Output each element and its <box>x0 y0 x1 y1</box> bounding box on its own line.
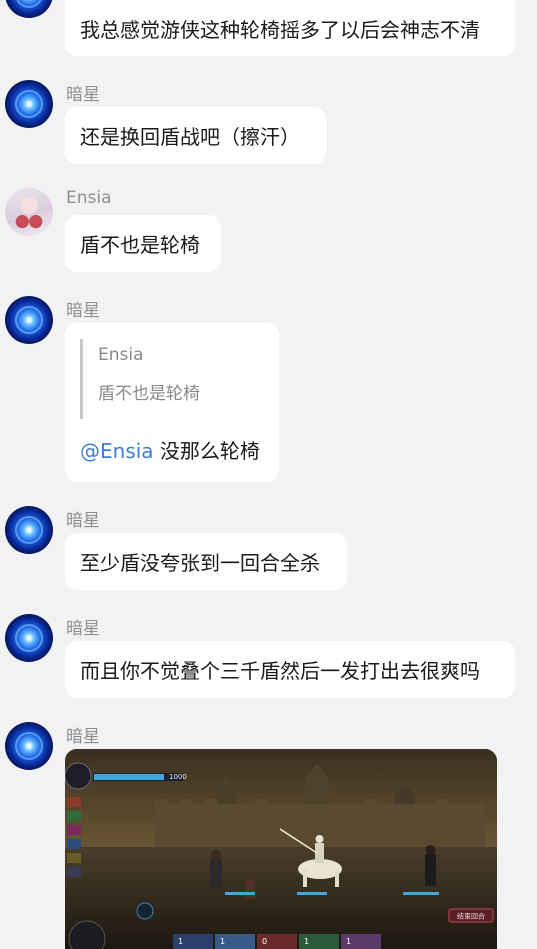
reply-text-line: @Ensia 没那么轮椅 <box>80 435 260 464</box>
hp-readout: 1000 <box>169 773 187 781</box>
message-bubble: 我总感觉游侠这种轮椅摇多了以后会神志不清 <box>65 0 515 56</box>
card-cost: 1 <box>346 937 351 946</box>
avatar-anxing[interactable] <box>5 0 53 18</box>
avatar-anxing[interactable] <box>5 296 53 344</box>
message-bubble: 还是换回盾战吧（擦汗） <box>65 107 326 164</box>
mention-link[interactable]: @Ensia <box>80 439 154 463</box>
game-scene: 1000 结束回合 1 1 0 1 1 <box>65 749 497 949</box>
message-text: 没那么轮椅 <box>153 439 260 463</box>
message-text: 还是换回盾战吧（擦汗） <box>80 125 300 149</box>
message-text: 我总感觉游侠这种轮椅摇多了以后会神志不清 <box>80 17 480 42</box>
card-cost: 1 <box>304 937 309 946</box>
avatar-anxing[interactable] <box>5 80 53 128</box>
avatar-anxing[interactable] <box>5 722 53 770</box>
quote-bar <box>80 339 83 419</box>
sender-name: 暗星 <box>66 301 100 321</box>
message-bubble: 而且你不觉叠个三千盾然后一发打出去很爽吗 <box>65 641 515 698</box>
message-bubble: 至少盾没夸张到一回合全杀 <box>65 533 347 590</box>
sender-name: 暗星 <box>66 85 100 105</box>
reply-bubble: Ensia 盾不也是轮椅 @Ensia 没那么轮椅 <box>65 323 279 482</box>
avatar-ensia[interactable] <box>5 188 53 236</box>
message-text: 盾不也是轮椅 <box>80 233 200 257</box>
card-cost: 1 <box>178 937 183 946</box>
sender-name: Ensia <box>66 188 112 208</box>
end-turn-button: 结束回合 <box>457 912 485 921</box>
message-bubble: 盾不也是轮椅 <box>65 215 221 272</box>
message-text: 而且你不觉叠个三千盾然后一发打出去很爽吗 <box>80 659 480 683</box>
avatar-anxing[interactable] <box>5 614 53 662</box>
avatar-anxing[interactable] <box>5 506 53 554</box>
sender-name: 暗星 <box>66 511 100 531</box>
quote-text[interactable]: 盾不也是轮椅 <box>98 379 200 404</box>
game-screenshot-image[interactable]: 1000 结束回合 1 1 0 1 1 <box>65 749 497 949</box>
card-cost: 0 <box>262 937 267 946</box>
sender-name: 暗星 <box>66 619 100 639</box>
message-text: 至少盾没夸张到一回合全杀 <box>80 551 320 575</box>
quote-author[interactable]: Ensia <box>98 345 144 365</box>
sender-name: 暗星 <box>66 727 100 747</box>
card-cost: 1 <box>220 937 225 946</box>
